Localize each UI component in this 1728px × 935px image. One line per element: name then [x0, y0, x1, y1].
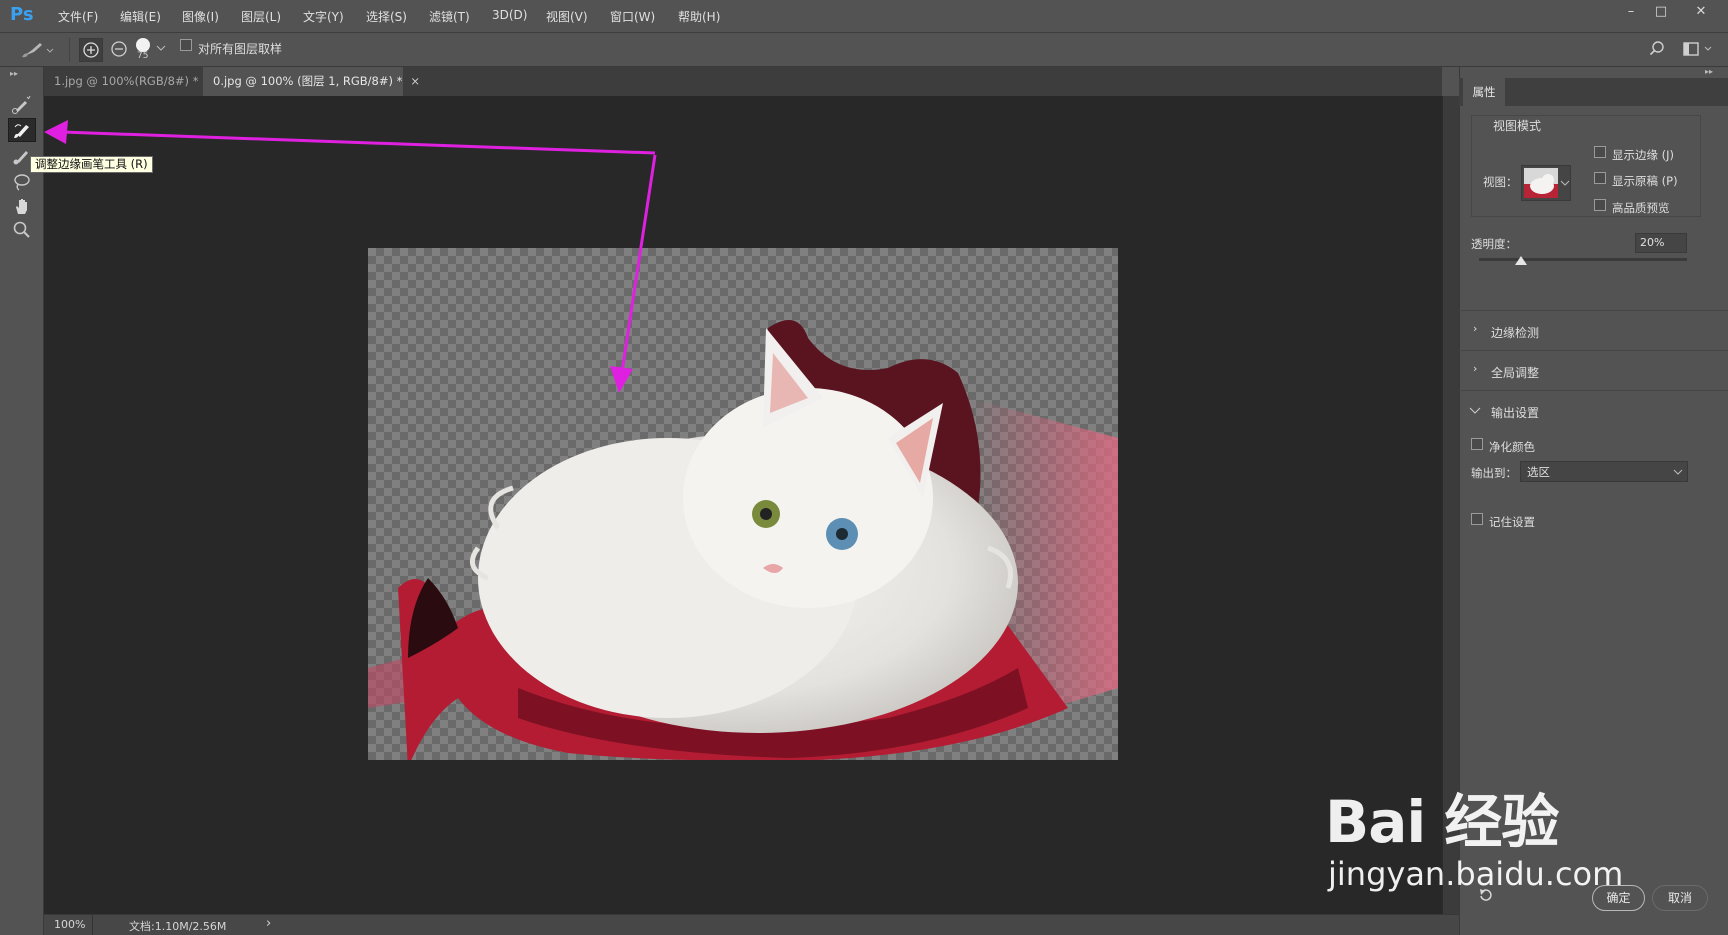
search-icon[interactable] [1649, 40, 1667, 58]
tool-tooltip: 调整边缘画笔工具 (R) [30, 156, 153, 173]
annotation-arrows [44, 120, 657, 393]
baidu-watermark-logo: Bai 经验 [1325, 788, 1559, 856]
chevron-right-icon: › [1473, 322, 1478, 335]
hq-preview-label: 高品质预览 [1612, 201, 1670, 215]
section-output-settings[interactable]: 输出设置 [1459, 390, 1728, 430]
output-to-label: 输出到： [1471, 466, 1517, 480]
view-label: 视图： [1483, 175, 1518, 189]
menu-file[interactable]: 文件(F) [58, 8, 98, 25]
menu-window[interactable]: 窗口(W) [610, 8, 655, 25]
menu-edit[interactable]: 编辑(E) [120, 8, 161, 25]
show-edge-checkbox[interactable] [1594, 146, 1606, 158]
brush-size-value: 75 [137, 51, 149, 61]
menu-view[interactable]: 视图(V) [546, 8, 588, 25]
hand-icon [16, 199, 27, 214]
tab-0-jpg[interactable]: 0.jpg @ 100% (图层 1, RGB/8#) * × [203, 67, 420, 96]
minus-circle-icon [111, 41, 127, 57]
menu-select[interactable]: 选择(S) [366, 8, 407, 25]
menu-help[interactable]: 帮助(H) [678, 8, 720, 25]
view-mode-picker[interactable] [1521, 165, 1571, 201]
menu-layer[interactable]: 图层(L) [241, 8, 281, 25]
status-bar: 100% 文档:1.10M/2.56M › [44, 914, 1459, 935]
output-to-value: 选区 [1527, 465, 1550, 479]
arrow-head-down [610, 366, 633, 393]
baidu-watermark-url: jingyan.baidu.com [1328, 855, 1624, 893]
tab-label: 0.jpg @ 100% (图层 1, RGB/8#) * [213, 74, 403, 88]
section-label: 边缘检测 [1491, 326, 1540, 340]
photoshop-logo: Ps [10, 4, 34, 25]
collapse-arrows-icon[interactable]: ▸▸ [1705, 67, 1713, 76]
output-to-select[interactable]: 选区 [1520, 461, 1688, 482]
separator [69, 38, 70, 62]
menu-filter[interactable]: 滤镜(T) [429, 8, 470, 25]
panel-tab-bar: 属性 [1459, 78, 1728, 106]
opacity-slider-thumb[interactable] [1514, 256, 1527, 266]
arrow-line-left [61, 130, 656, 155]
lasso-icon [14, 174, 30, 191]
close-tab-icon[interactable]: × [410, 74, 420, 88]
zoom-brush-icon [12, 95, 31, 114]
options-bar: 75 对所有图层取样 [0, 33, 1728, 67]
section-edge-detection[interactable]: › 边缘检测 [1459, 310, 1728, 350]
brush-tool-icon [22, 43, 54, 58]
remember-settings-checkbox[interactable] [1471, 513, 1483, 525]
close-window-button[interactable]: ✕ [1688, 2, 1714, 22]
chevron-right-icon: › [1473, 362, 1478, 375]
brush-size-picker[interactable]: 75 [132, 36, 172, 64]
opacity-slider-track[interactable] [1479, 258, 1687, 261]
section-label: 输出设置 [1491, 406, 1540, 420]
opacity-label: 透明度： [1471, 237, 1517, 251]
show-original-checkbox[interactable] [1594, 172, 1606, 184]
quick-selection-tool[interactable] [8, 92, 36, 116]
menu-type[interactable]: 文字(Y) [303, 8, 344, 25]
menu-image[interactable]: 图像(I) [182, 8, 219, 25]
minimize-button[interactable]: – [1618, 2, 1644, 22]
menu-bar: Ps 文件(F) 编辑(E) 图像(I) 图层(L) 文字(Y) 选择(S) 滤… [0, 0, 1728, 33]
hand-tool[interactable] [8, 194, 36, 218]
section-global-adjust[interactable]: › 全局调整 [1459, 350, 1728, 390]
arrow-head-left [44, 120, 68, 144]
sample-all-layers-checkbox[interactable] [180, 39, 192, 51]
show-original-label: 显示原稿 (P) [1612, 174, 1678, 188]
maximize-button[interactable]: □ [1648, 2, 1674, 22]
chevron-down-icon [1673, 469, 1683, 475]
decontaminate-label: 净化颜色 [1489, 440, 1535, 454]
menu-3d[interactable]: 3D(D) [492, 8, 527, 22]
workspace-icon[interactable] [1683, 40, 1717, 58]
tool-preset-picker[interactable] [20, 40, 54, 60]
plus-circle-icon [83, 42, 99, 58]
view-mode-title: 视图模式 [1493, 119, 1542, 133]
hq-preview-checkbox[interactable] [1594, 199, 1606, 211]
separator [92, 915, 93, 935]
view-thumbnail-icon [1524, 168, 1558, 198]
section-label: 全局调整 [1491, 366, 1540, 380]
tab-1-jpg[interactable]: 1.jpg @ 100%(RGB/8#) *× [44, 67, 216, 96]
arrow-line-down [620, 154, 657, 373]
document-tabs: 1.jpg @ 100%(RGB/8#) *× 0.jpg @ 100% (图层… [44, 67, 1442, 96]
document-size: 文档:1.10M/2.56M [129, 920, 227, 933]
chevron-down-icon [156, 45, 166, 51]
chevron-down-icon [1560, 180, 1570, 186]
lasso-tool[interactable] [8, 170, 36, 194]
brush-preview-icon [136, 38, 150, 52]
cancel-button[interactable]: 取消 [1652, 885, 1708, 911]
tab-properties[interactable]: 属性 [1463, 78, 1505, 106]
tools-panel: ▸▸ [0, 67, 44, 935]
refine-brush-icon [14, 124, 29, 138]
zoom-level[interactable]: 100% [54, 918, 85, 931]
status-menu-arrow[interactable]: › [266, 916, 271, 931]
zoom-tool[interactable] [8, 218, 36, 242]
tab-label: 1.jpg @ 100%(RGB/8#) * [54, 74, 199, 88]
opacity-input[interactable]: 20% [1635, 233, 1687, 253]
sample-all-layers-label: 对所有图层取样 [198, 42, 283, 56]
remember-settings-label: 记住设置 [1489, 515, 1535, 529]
chevron-down-icon [1469, 407, 1481, 414]
show-edge-label: 显示边缘 (J) [1612, 148, 1675, 162]
expand-detection-button[interactable] [79, 38, 103, 62]
erase-refinements-button[interactable] [108, 38, 132, 62]
collapse-arrows-icon[interactable]: ▸▸ [10, 69, 18, 78]
decontaminate-checkbox[interactable] [1471, 438, 1483, 450]
magnifier-icon [13, 221, 30, 238]
refine-edge-brush-tool[interactable] [8, 118, 36, 142]
